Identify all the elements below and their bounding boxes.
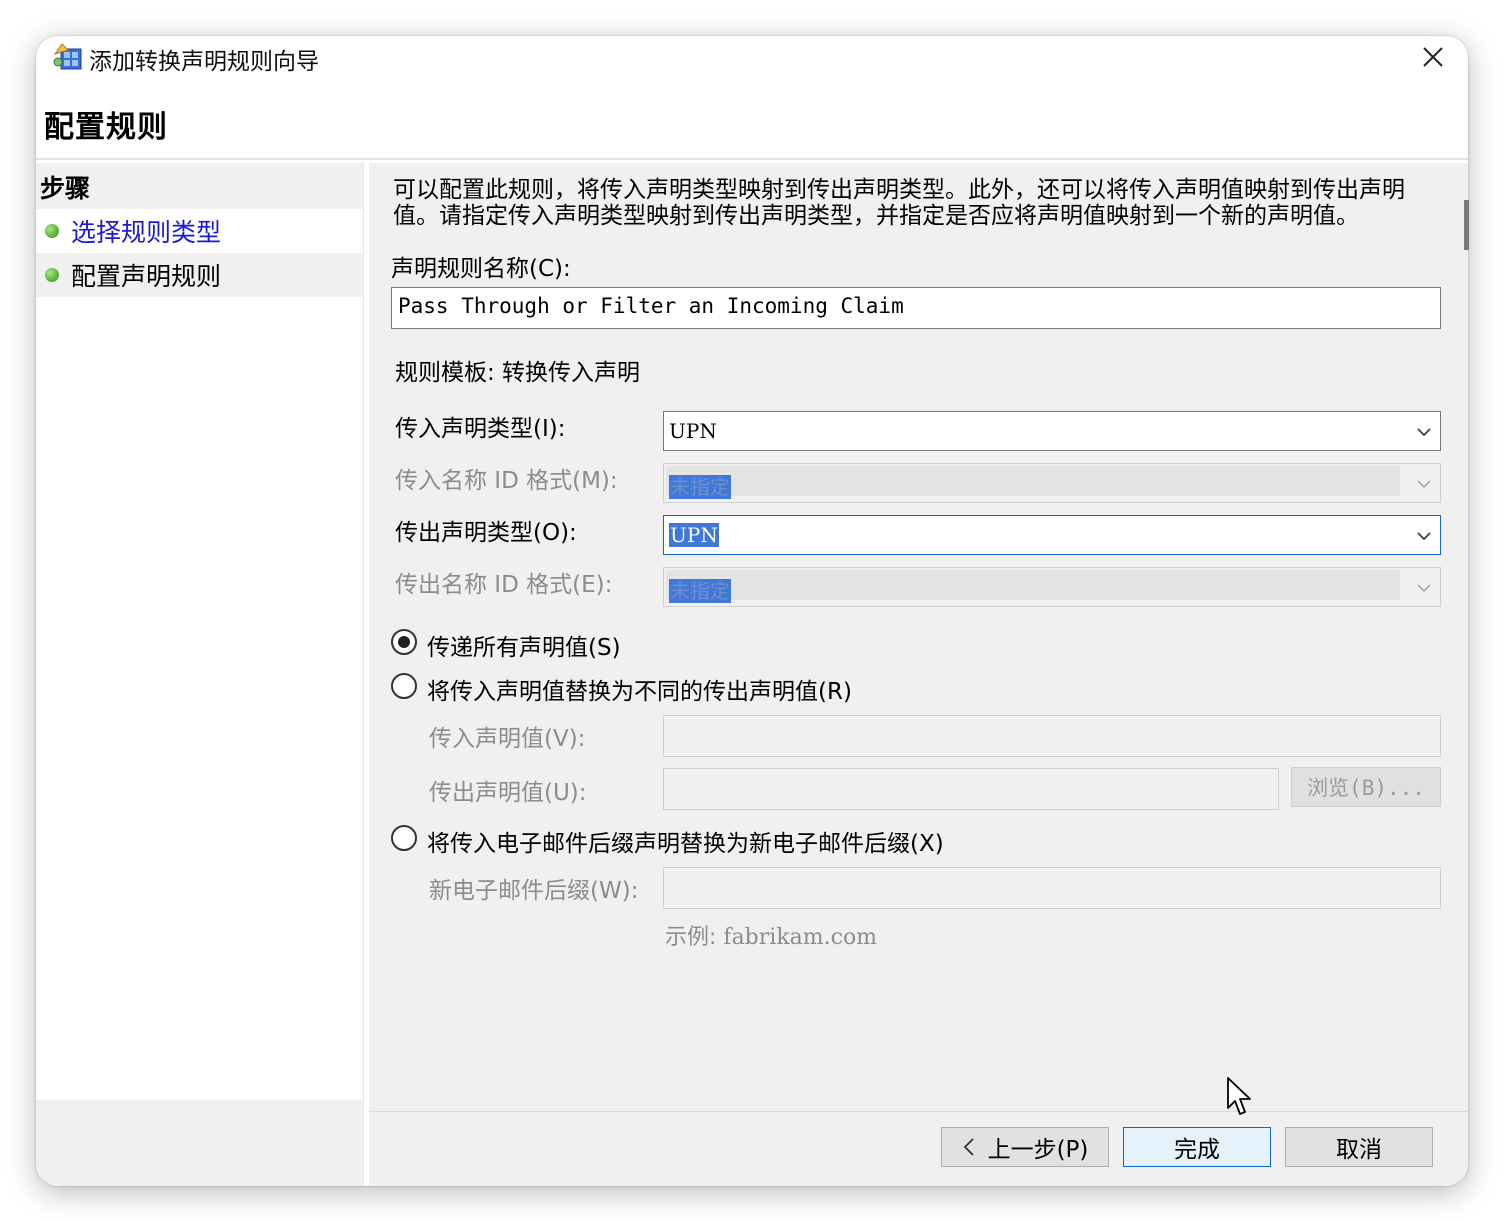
mouse-pointer-icon [1227, 1077, 1251, 1115]
selected-text: 未指定 [669, 579, 731, 603]
incoming-claim-type-value: UPN [669, 419, 717, 443]
wizard-dialog: 添加转换声明规则向导 配置规则 步骤 选择规则类型 配置声明规则 可以配置此规则… [36, 36, 1468, 1186]
browse-button[interactable]: 浏览(B)... [1291, 767, 1441, 807]
step-item-configure-claim-rule: 配置声明规则 [36, 253, 363, 297]
chevron-left-icon [963, 1138, 974, 1156]
email-suffix-example: 示例: fabrikam.com [665, 919, 877, 951]
steps-pane: 步骤 选择规则类型 配置声明规则 [36, 163, 363, 1186]
new-email-suffix-input[interactable] [663, 867, 1441, 909]
outgoing-nameid-format-label: 传出名称 ID 格式(E): [395, 572, 613, 598]
example-value: fabrikam.com [723, 925, 878, 950]
steps-pane-footer [36, 1100, 363, 1186]
incoming-nameid-format-label: 传入名称 ID 格式(M): [395, 468, 618, 494]
dropdown-disabled-field [666, 570, 1400, 600]
step-label: 配置声明规则 [71, 262, 222, 291]
cancel-button[interactable]: 取消 [1285, 1127, 1433, 1167]
rule-name-label: 声明规则名称(C): [391, 256, 571, 282]
background-window-edge [1464, 200, 1469, 250]
close-icon [1423, 47, 1443, 67]
back-button[interactable]: 上一步(P) [941, 1127, 1109, 1167]
footer-divider [369, 1111, 1468, 1112]
outgoing-claim-value-label: 传出声明值(U): [429, 780, 587, 806]
example-prefix: 示例: [665, 925, 717, 950]
dropdown-disabled-field [666, 466, 1400, 496]
radio-replace-claim-value-label[interactable]: 将传入声明值替换为不同的传出声明值(R) [427, 672, 852, 706]
outgoing-claim-type-value: UPN [669, 523, 719, 547]
radio-replace-claim-value[interactable] [391, 673, 417, 699]
step-label[interactable]: 选择规则类型 [71, 213, 221, 249]
outgoing-nameid-format-value: 未指定 [669, 575, 731, 604]
rule-template-text: 规则模板: 转换传入声明 [395, 360, 641, 386]
new-email-suffix-label: 新电子邮件后缀(W): [429, 878, 639, 904]
content-pane: 可以配置此规则，将传入声明类型映射到传出声明类型。此外，还可以将传入声明值映射到… [369, 163, 1468, 1186]
outgoing-claim-type-label: 传出声明类型(O): [395, 520, 577, 546]
incoming-claim-value-input[interactable] [663, 715, 1441, 757]
incoming-nameid-format-value: 未指定 [669, 471, 731, 500]
outgoing-claim-value-input[interactable] [663, 768, 1279, 810]
rule-name-input[interactable]: Pass Through or Filter an Incoming Claim [391, 287, 1441, 329]
outgoing-claim-type-dropdown[interactable]: UPN [663, 515, 1441, 555]
incoming-claim-type-dropdown[interactable]: UPN [663, 411, 1441, 451]
rule-description: 可以配置此规则，将传入声明类型映射到传出声明类型。此外，还可以将传入声明值映射到… [393, 177, 1405, 229]
chevron-down-icon [1417, 584, 1431, 593]
radio-replace-email-suffix-label[interactable]: 将传入电子邮件后缀声明替换为新电子邮件后缀(X) [427, 824, 944, 858]
radio-pass-all-label[interactable]: 传递所有声明值(S) [427, 628, 621, 662]
steps-header-label: 步骤 [40, 174, 91, 203]
step-item-select-rule-type[interactable]: 选择规则类型 [36, 209, 363, 253]
chevron-down-icon [1417, 428, 1431, 437]
page-heading: 配置规则 [44, 110, 168, 145]
steps-header: 步骤 [36, 163, 363, 209]
green-status-dot-icon [45, 224, 59, 238]
selected-text: 未指定 [669, 475, 731, 499]
radio-replace-email-suffix[interactable] [391, 825, 417, 851]
window-title: 添加转换声明规则向导 [89, 49, 319, 75]
incoming-claim-value-label: 传入声明值(V): [429, 726, 586, 752]
title-bar[interactable]: 添加转换声明规则向导 [36, 36, 1468, 80]
finish-button[interactable]: 完成 [1123, 1127, 1271, 1167]
chevron-down-icon [1417, 532, 1431, 541]
radio-pass-all-values[interactable] [391, 629, 417, 655]
header-divider [36, 158, 1468, 160]
outgoing-nameid-format-dropdown[interactable]: 未指定 [663, 567, 1441, 607]
chevron-down-icon [1417, 480, 1431, 489]
back-button-label: 上一步(P) [987, 1137, 1089, 1163]
close-button[interactable] [1416, 40, 1450, 74]
incoming-nameid-format-dropdown[interactable]: 未指定 [663, 463, 1441, 503]
wizard-app-icon [53, 43, 82, 70]
green-status-dot-icon [45, 268, 59, 282]
selected-text: UPN [669, 523, 719, 547]
incoming-claim-type-label: 传入声明类型(I): [395, 416, 566, 442]
